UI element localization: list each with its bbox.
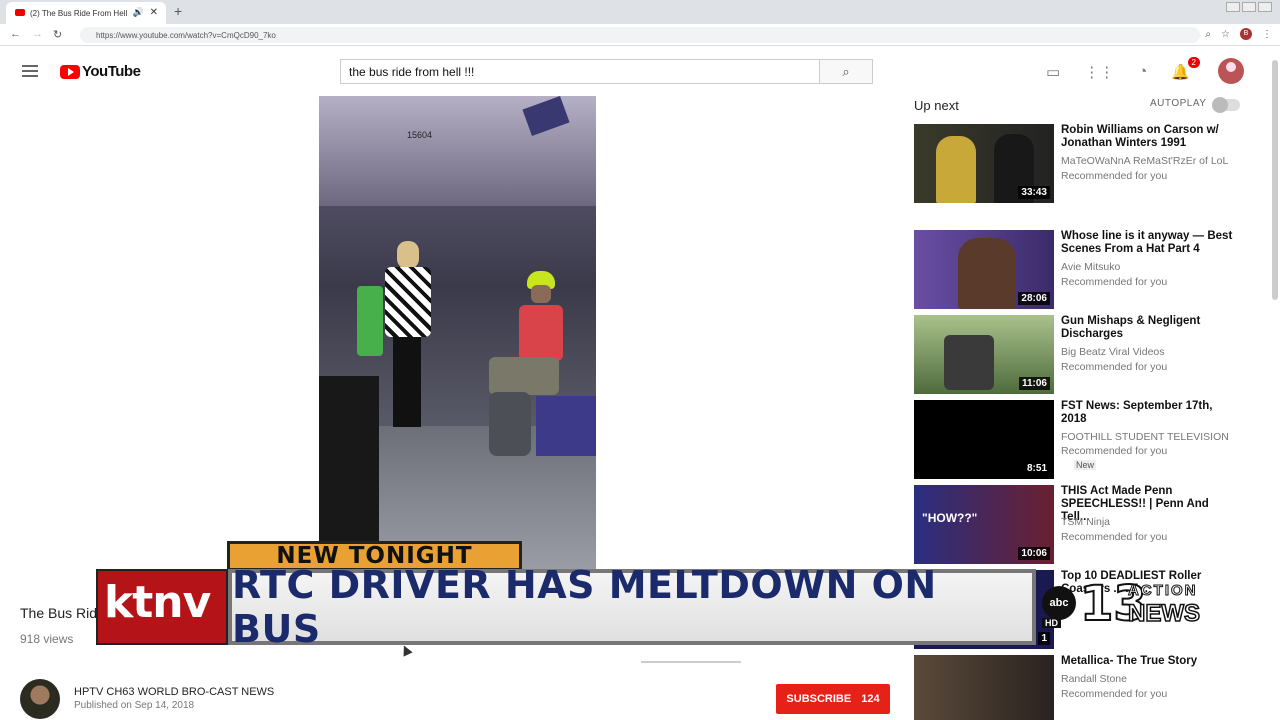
rec-meta: Recommended for you [1061,688,1168,700]
tab-title: (2) The Bus Ride From Hell [30,8,128,18]
restore-button[interactable] [1242,2,1256,12]
window-controls [1226,2,1272,12]
new-badge: New [1074,460,1097,470]
menu-icon[interactable]: ⋮ [1262,29,1272,40]
up-next-heading: Up next [914,98,959,113]
recommended-item[interactable]: 11:06 Gun Mishaps & Negligent Discharges… [914,315,1244,395]
rec-title[interactable]: Gun Mishaps & Negligent Discharges [1061,315,1239,341]
notifications-bell-icon[interactable]: 🔔 2 [1171,57,1200,81]
channel-name[interactable]: HPTV CH63 WORLD BRO-CAST NEWS [74,686,274,698]
recommended-item[interactable]: Metallica- The True Story Randall Stone … [914,655,1244,720]
abc-logo-icon: abc [1042,586,1076,620]
zoom-icon[interactable]: ⌕ [1205,29,1211,40]
rec-title[interactable]: FST News: September 17th, 2018 [1061,400,1239,426]
channel-avatar[interactable] [20,679,60,719]
view-count: 918 views [20,632,74,646]
rec-channel: Avie Mitsuko [1061,261,1121,273]
video-thumbnail[interactable]: 28:06 [914,230,1054,309]
messages-icon[interactable]: ◔ [1138,63,1147,81]
rec-meta: Recommended for you [1061,276,1168,288]
subscriber-count: 124 [861,693,880,705]
rec-meta: Recommended for you [1061,531,1168,543]
news-headline: RTC DRIVER HAS MELTDOWN ON BUS [232,563,937,651]
video-thumbnail[interactable] [914,655,1054,720]
rec-channel: TSM Ninja [1061,516,1111,528]
page-scrollbar[interactable] [1272,60,1278,300]
rec-channel: Randall Stone [1061,673,1127,685]
ktnv-logo: ktnv [96,569,228,645]
duration-badge: 10:06 [1018,547,1050,560]
browser-tab[interactable]: (2) The Bus Ride From Hell 🔊 ✕ [6,2,166,24]
rec-channel: FOOTHILL STUDENT TELEVISION [1061,431,1229,443]
recommended-item[interactable]: 8:51 FST News: September 17th, 2018 FOOT… [914,400,1244,480]
forward-icon[interactable]: → [32,28,43,40]
play-logo-icon [60,64,80,79]
station-logo: abc HD 13 ACTION NEWS [1040,575,1208,633]
apps-grid-icon[interactable]: ⋮⋮ [1084,63,1114,81]
youtube-favicon-icon [15,9,25,16]
recommended-item[interactable]: 28:06 Whose line is it anyway — Best Sce… [914,230,1244,310]
video-title: The Bus Rid [20,605,98,621]
minimize-button[interactable] [1226,2,1240,12]
green-bag [357,286,383,356]
youtube-logo[interactable]: YouTube [60,63,141,80]
autoplay-toggle[interactable] [1212,97,1240,113]
address-bar: ← → ↻ https://www.youtube.com/watch?v=Cm… [0,24,1280,46]
news-headline-banner: RTC DRIVER HAS MELTDOWN ON BUS [228,563,1036,651]
bus-number: 15604 [407,130,433,140]
duration-badge: 28:06 [1018,292,1050,305]
video-thumbnail[interactable]: 11:06 [914,315,1054,394]
rec-title[interactable]: Whose line is it anyway — Best Scenes Fr… [1061,230,1239,256]
search-input[interactable]: the bus ride from hell !!! [340,59,820,84]
search-icon: ⌕ [842,64,850,79]
rec-channel: Big Beatz Viral Videos [1061,346,1165,358]
account-avatar[interactable] [1218,58,1244,84]
news-label: NEWS [1127,599,1201,628]
video-thumbnail[interactable]: 8:51 [914,400,1054,479]
rec-title[interactable]: Metallica- The True Story [1061,655,1239,668]
action-label: ACTION [1128,582,1198,600]
duration-badge: 11:06 [1018,377,1050,390]
autoplay-label: AUTOPLAY [1150,98,1207,109]
rec-channel: MaTeOWaNnA ReMaSt'RzEr of LoL [1061,155,1229,167]
rec-meta: Recommended for you [1061,170,1168,182]
thumbnail-text: "HOW??" [922,511,978,525]
new-tab-button[interactable]: + [174,3,182,19]
speaker-icon[interactable]: 🔊 [133,7,144,18]
rec-meta: Recommended for you [1061,445,1168,457]
seated-passenger [319,376,379,546]
backpack [489,392,531,456]
notification-badge: 2 [1187,57,1200,68]
video-player[interactable]: 15604 [319,96,596,570]
close-window-button[interactable] [1258,2,1272,12]
recommended-item[interactable]: "HOW??" 10:06 THIS Act Made Penn SPEECHLE… [914,485,1244,565]
close-icon[interactable]: ✕ [150,7,158,18]
recommended-item[interactable]: 33:43 Robin Williams on Carson w/ Jonath… [914,124,1244,204]
star-icon[interactable]: ☆ [1221,29,1230,40]
published-date: Published on Sep 14, 2018 [74,700,195,711]
youtube-logo-text: YouTube [82,63,141,80]
rec-title[interactable]: Robin Williams on Carson w/ Jonathan Win… [1061,124,1239,150]
profile-icon[interactable]: B [1240,28,1252,40]
search-button[interactable]: ⌕ [819,59,873,84]
subscribe-label: SUBSCRIBE [786,693,852,705]
url-field[interactable]: https://www.youtube.com/watch?v=CmQcD90_… [80,27,1200,43]
subscribe-button[interactable]: SUBSCRIBE 124 [776,684,890,714]
back-icon[interactable]: ← [10,28,21,40]
create-video-icon[interactable]: ▭ [1046,63,1060,81]
youtube-header: YouTube the bus ride from hell !!! ⌕ ▭ ⋮… [0,47,1280,95]
duration-badge: 1 [1038,632,1050,645]
duration-badge: 8:51 [1023,462,1050,475]
duration-badge: 33:43 [1018,186,1050,199]
sentiment-bar [641,661,741,663]
browser-tabbar: (2) The Bus Ride From Hell 🔊 ✕ + [0,0,1280,24]
video-thumbnail[interactable]: 33:43 [914,124,1054,203]
reload-icon[interactable]: ↻ [53,28,62,41]
hd-label: HD [1042,618,1061,628]
ktnv-logo-text: ktnv [104,577,211,628]
rec-meta: Recommended for you [1061,361,1168,373]
standing-woman [381,241,437,431]
hamburger-menu-icon[interactable] [22,65,38,80]
video-thumbnail[interactable]: "HOW??" 10:06 [914,485,1054,564]
